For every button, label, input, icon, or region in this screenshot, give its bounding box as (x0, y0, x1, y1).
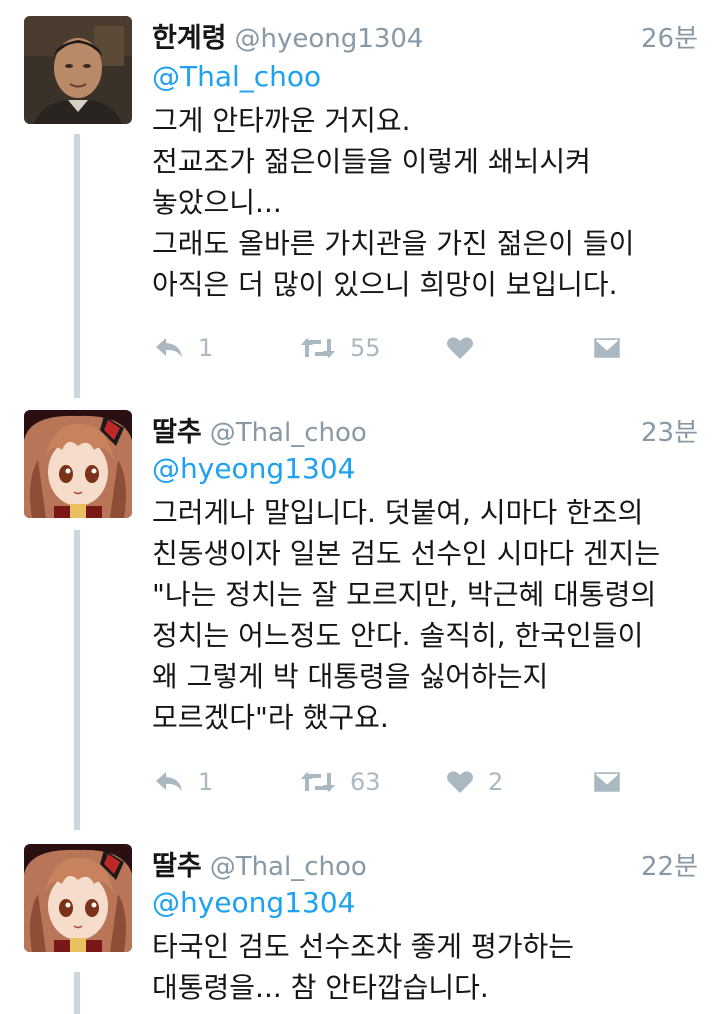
heart-icon (447, 337, 473, 359)
reply-mention[interactable]: @hyeong1304 (152, 886, 355, 919)
tweet[interactable]: 딸추 @Thal_choo 22분 @hyeong1304 타국인 검도 선수조… (0, 844, 720, 1014)
display-name[interactable]: 한계령 (152, 16, 227, 55)
retweet-count: 55 (350, 334, 381, 362)
avatar[interactable] (24, 410, 132, 518)
anime-girl-icon (24, 844, 132, 952)
retweet-icon (301, 338, 335, 358)
heart-icon (447, 771, 473, 793)
timestamp[interactable]: 26분 (641, 18, 698, 55)
direct-message-button[interactable] (592, 762, 622, 802)
tweet-header: 한계령 @hyeong1304 26분 (152, 16, 698, 56)
tweet-text: 그러게나 말입니다. 덧붙여, 시마다 한조의 친동생이자 일본 검도 선수인 … (152, 492, 702, 738)
reply-icon (156, 338, 182, 357)
retweet-button[interactable]: 55 (300, 328, 381, 368)
timestamp[interactable]: 22분 (641, 846, 698, 883)
user-handle[interactable]: @hyeong1304 (235, 24, 424, 54)
tweet-text-line: 타국인 검도 선수조차 좋게 평가하는 (152, 930, 575, 963)
tweet-text-line: "나는 정치는 잘 모르지만, 박근혜 대통령의 (152, 578, 657, 611)
direct-message-button[interactable] (592, 328, 622, 368)
tweet-actions: 1 63 2 (152, 762, 642, 802)
retweet-icon (301, 772, 335, 792)
retweet-button[interactable]: 63 (300, 762, 381, 802)
tweet-text-line: 그게 안타까운 거지요. (152, 104, 411, 137)
tweet-header: 딸추 @Thal_choo 22분 (152, 844, 698, 884)
tweet[interactable]: 딸추 @Thal_choo 23분 @hyeong1304 그러게나 말입니다.… (0, 410, 720, 800)
person-photo-icon (24, 16, 132, 124)
avatar[interactable] (24, 844, 132, 952)
anime-girl-icon (24, 410, 132, 518)
reply-mention[interactable]: @Thal_choo (152, 60, 321, 93)
tweet-text-line: 그러게나 말입니다. 덧붙여, 시마다 한조의 (152, 496, 644, 529)
user-handle[interactable]: @Thal_choo (210, 852, 367, 882)
reply-count: 1 (198, 768, 214, 796)
retweet-count: 63 (350, 768, 381, 796)
reply-count: 1 (198, 334, 214, 362)
tweet-text-line: 전교조가 젊은이들을 이렇게 쇄뇌시켜 (152, 145, 591, 178)
tweet-header: 딸추 @Thal_choo 23분 (152, 410, 698, 450)
tweet-text-line: 정치는 어느정도 안다. 솔직히, 한국인들이 (152, 619, 644, 652)
like-button[interactable] (446, 328, 488, 368)
tweet[interactable]: 한계령 @hyeong1304 26분 @Thal_choo 그게 안타까운 거… (0, 16, 720, 386)
user-handle[interactable]: @Thal_choo (210, 418, 367, 448)
tweet-text-line: 모르겠다"라 했구요. (152, 701, 389, 734)
tweet-text-line: 그래도 올바른 가치관을 가진 젊은이 들이 (152, 227, 635, 260)
display-name[interactable]: 딸추 (152, 410, 202, 449)
timestamp[interactable]: 23분 (641, 412, 698, 449)
tweet-text-line: 아직은 더 많이 있으니 희망이 보입니다. (152, 268, 618, 301)
avatar[interactable] (24, 16, 132, 124)
tweet-text-line: 놓았으니... (152, 186, 282, 219)
like-button[interactable]: 2 (446, 762, 503, 802)
envelope-icon (592, 770, 622, 794)
tweet-actions: 1 55 (152, 328, 642, 368)
reply-mention[interactable]: @hyeong1304 (152, 452, 355, 485)
tweet-text-line: 왜 그렇게 박 대통령을 싫어하는지 (152, 660, 549, 693)
like-count: 2 (488, 768, 504, 796)
display-name[interactable]: 딸추 (152, 844, 202, 883)
reply-button[interactable]: 1 (154, 328, 213, 368)
tweet-text-line: 대통령을... 참 안타깝습니다. (152, 971, 489, 1004)
tweet-text-line: 친동생이자 일본 검도 선수인 시마다 겐지는 (152, 537, 661, 570)
tweet-text: 그게 안타까운 거지요. 전교조가 젊은이들을 이렇게 쇄뇌시켜 놓았으니...… (152, 100, 702, 305)
envelope-icon (592, 336, 622, 360)
reply-button[interactable]: 1 (154, 762, 213, 802)
reply-icon (156, 772, 182, 791)
tweet-text: 타국인 검도 선수조차 좋게 평가하는 대통령을... 참 안타깝습니다. (152, 926, 702, 1008)
